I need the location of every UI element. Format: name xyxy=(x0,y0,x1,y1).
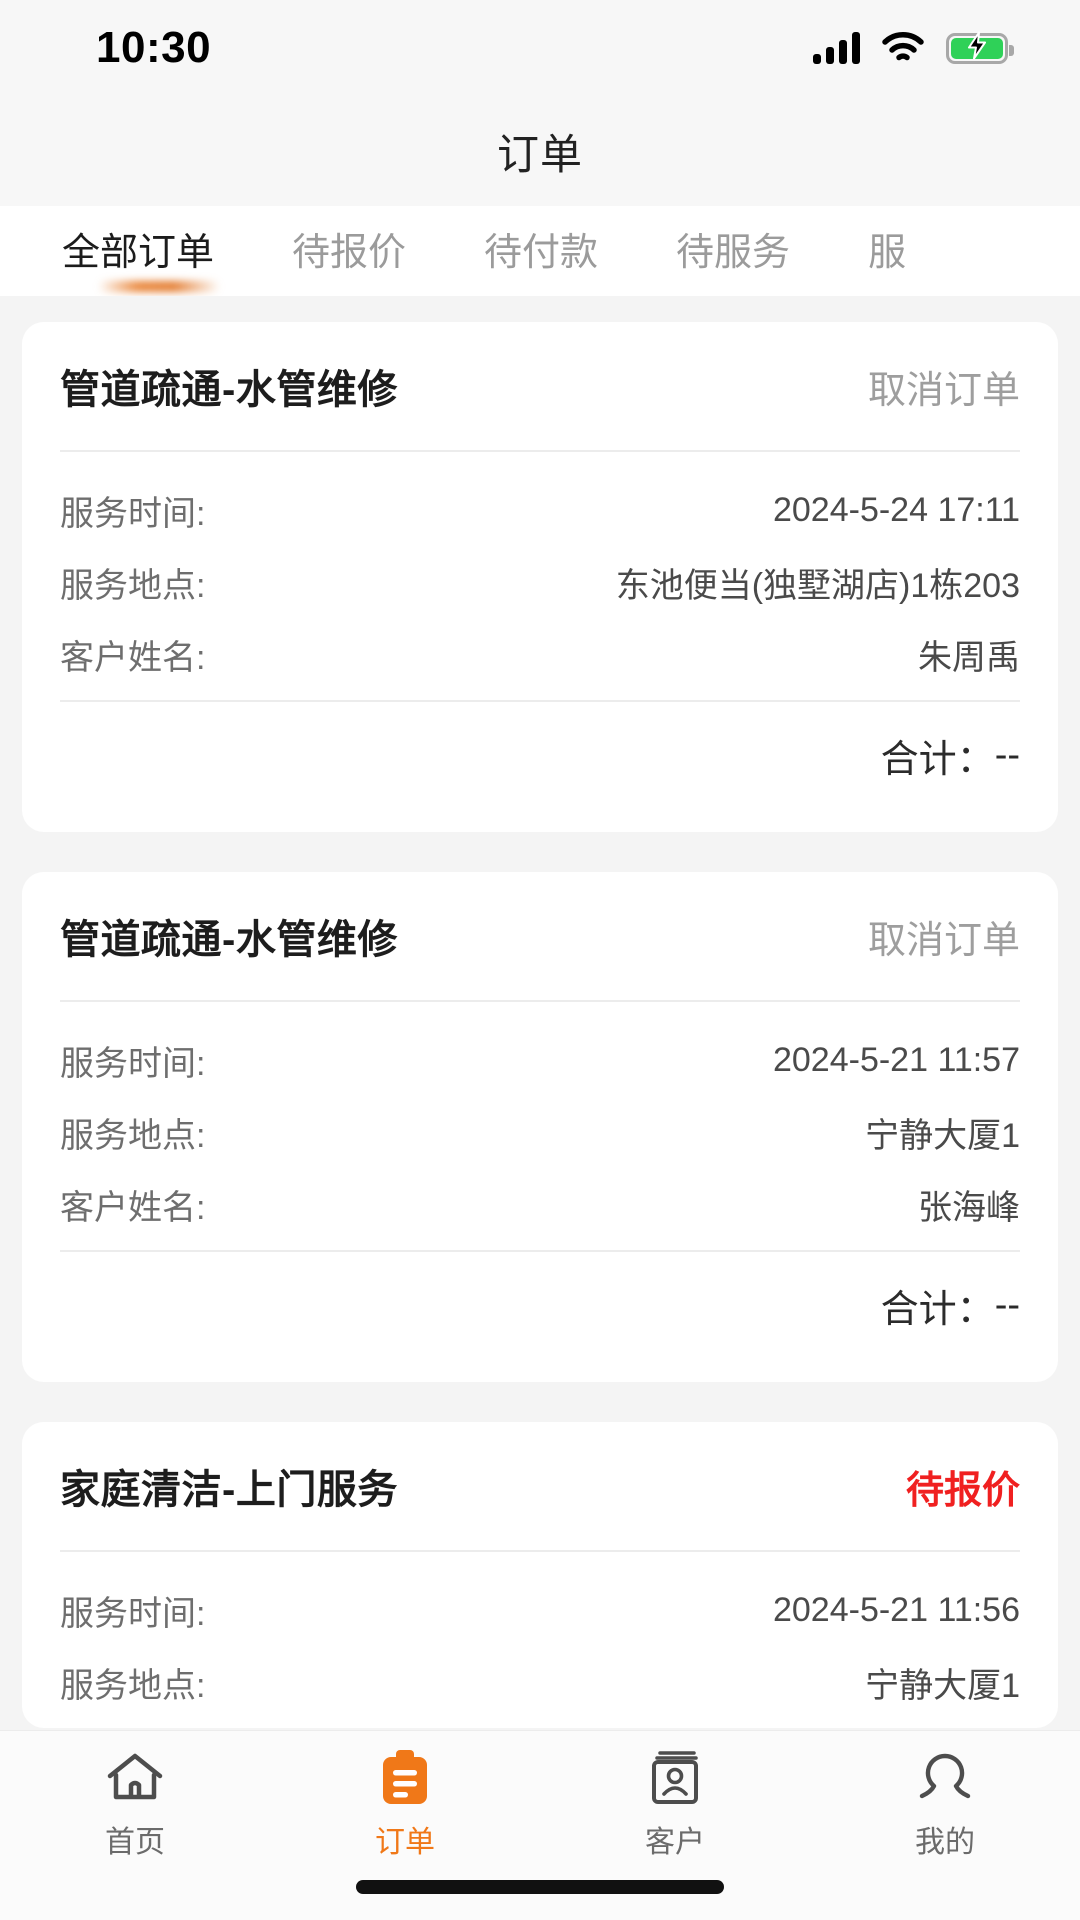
row-label: 服务地点: xyxy=(60,566,206,605)
detail-row-service-location: 服务地点: 宁静大厦1 xyxy=(60,1646,1020,1718)
page-title: 订单 xyxy=(496,130,583,178)
order-total: 合计： -- xyxy=(60,712,1020,798)
order-card[interactable]: 管道疏通-水管维修 取消订单 服务时间: 2024-5-24 17:11 服务地… xyxy=(22,322,1058,832)
signal-bars-icon xyxy=(813,32,860,64)
order-title: 管道疏通-水管维修 xyxy=(60,918,398,962)
person-icon xyxy=(916,1747,974,1809)
battery-charging-icon xyxy=(946,31,1014,64)
tab-label: 全部订单 xyxy=(62,231,215,274)
row-value: 2024-5-21 11:56 xyxy=(772,1590,1020,1629)
detail-row-customer-name: 客户姓名: 张海峰 xyxy=(60,1168,1020,1240)
row-value: 张海峰 xyxy=(918,1188,1020,1227)
status-time: 10:30 xyxy=(96,23,212,72)
nav-item-profile[interactable]: 我的 xyxy=(810,1747,1080,1861)
app-screen: 10:30 订单 全部订单 待报价 待付款 待服务 服 管道疏通-水管维修 取消… xyxy=(0,0,1080,1920)
row-label: 客户姓名: xyxy=(60,638,206,677)
row-value: 2024-5-24 17:11 xyxy=(772,490,1020,529)
tab-in-service[interactable]: 服 xyxy=(868,221,906,282)
row-value: 东池便当(独墅湖店)1栋203 xyxy=(615,566,1020,605)
tab-all-orders[interactable]: 全部订单 xyxy=(62,221,221,292)
row-label: 服务地点: xyxy=(60,1666,206,1705)
detail-row-service-time: 服务时间: 2024-5-21 11:57 xyxy=(60,1024,1020,1096)
wifi-icon xyxy=(882,32,924,64)
status-bar: 10:30 xyxy=(0,0,1080,96)
order-status-badge: 取消订单 xyxy=(867,919,1020,962)
nav-item-label: 我的 xyxy=(915,1826,975,1859)
total-value: -- xyxy=(994,1283,1020,1326)
detail-row-service-location: 服务地点: 宁静大厦1 xyxy=(60,1096,1020,1168)
nav-item-orders[interactable]: 订单 xyxy=(270,1747,540,1861)
tab-pending-service[interactable]: 待服务 xyxy=(676,221,790,282)
row-label: 客户姓名: xyxy=(60,1188,206,1227)
active-tab-indicator xyxy=(98,280,221,292)
order-details: 服务时间: 2024-5-21 11:56 服务地点: 宁静大厦1 xyxy=(60,1552,1020,1728)
order-details: 服务时间: 2024-5-24 17:11 服务地点: 东池便当(独墅湖店)1栋… xyxy=(60,452,1020,700)
total-label: 合计： xyxy=(880,738,995,781)
order-card[interactable]: 管道疏通-水管维修 取消订单 服务时间: 2024-5-21 11:57 服务地… xyxy=(22,872,1058,1382)
order-card-header: 管道疏通-水管维修 取消订单 xyxy=(60,322,1020,450)
nav-item-label: 客户 xyxy=(645,1826,705,1859)
order-total-wrap: 合计： -- xyxy=(60,1252,1020,1382)
tab-pending-quote[interactable]: 待报价 xyxy=(292,221,406,282)
tab-label: 待付款 xyxy=(484,231,599,274)
order-title: 家庭清洁-上门服务 xyxy=(60,1468,398,1512)
clipboard-icon xyxy=(378,1747,432,1809)
nav-item-customers[interactable]: 客户 xyxy=(540,1747,810,1861)
order-card[interactable]: 家庭清洁-上门服务 待报价 服务时间: 2024-5-21 11:56 服务地点… xyxy=(22,1422,1058,1728)
nav-item-label: 首页 xyxy=(105,1826,165,1859)
row-value: 宁静大厦1 xyxy=(865,1116,1020,1155)
home-indicator[interactable] xyxy=(356,1880,724,1894)
detail-row-service-time: 服务时间: 2024-5-21 11:56 xyxy=(60,1574,1020,1646)
tab-label: 待服务 xyxy=(676,231,791,274)
row-value: 宁静大厦1 xyxy=(865,1666,1020,1705)
nav-item-label: 订单 xyxy=(375,1826,435,1859)
tab-label: 待报价 xyxy=(292,231,407,274)
row-value: 朱周禹 xyxy=(918,638,1020,677)
row-label: 服务时间: xyxy=(60,1594,206,1633)
order-status-badge: 待报价 xyxy=(905,1469,1020,1512)
order-card-header: 管道疏通-水管维修 取消订单 xyxy=(60,872,1020,1000)
order-details: 服务时间: 2024-5-21 11:57 服务地点: 宁静大厦1 客户姓名: … xyxy=(60,1002,1020,1250)
order-status-tabs[interactable]: 全部订单 待报价 待付款 待服务 服 xyxy=(0,206,1080,296)
row-label: 服务时间: xyxy=(60,1044,206,1083)
tab-label: 服 xyxy=(868,231,907,274)
navigation-bar: 订单 xyxy=(0,96,1080,206)
order-status-badge: 取消订单 xyxy=(867,369,1020,412)
detail-row-customer-name: 客户姓名: 朱周禹 xyxy=(60,618,1020,690)
contact-book-icon xyxy=(648,1747,702,1809)
row-label: 服务地点: xyxy=(60,1116,206,1155)
status-icons xyxy=(813,31,1014,64)
bottom-navigation[interactable]: 首页 订单 客户 我的 xyxy=(0,1730,1080,1920)
order-total: 合计： -- xyxy=(60,1262,1020,1348)
order-title: 管道疏通-水管维修 xyxy=(60,368,398,412)
detail-row-service-time: 服务时间: 2024-5-24 17:11 xyxy=(60,474,1020,546)
order-total-wrap: 合计： -- xyxy=(60,702,1020,832)
tab-pending-payment[interactable]: 待付款 xyxy=(484,221,598,282)
detail-row-service-location: 服务地点: 东池便当(独墅湖店)1栋203 xyxy=(60,546,1020,618)
order-list[interactable]: 管道疏通-水管维修 取消订单 服务时间: 2024-5-24 17:11 服务地… xyxy=(0,296,1080,1920)
row-label: 服务时间: xyxy=(60,494,206,533)
nav-item-home[interactable]: 首页 xyxy=(0,1747,270,1861)
order-card-header: 家庭清洁-上门服务 待报价 xyxy=(60,1422,1020,1550)
home-icon xyxy=(106,1747,164,1809)
row-value: 2024-5-21 11:57 xyxy=(772,1040,1020,1079)
total-value: -- xyxy=(994,733,1020,776)
total-label: 合计： xyxy=(880,1288,995,1331)
